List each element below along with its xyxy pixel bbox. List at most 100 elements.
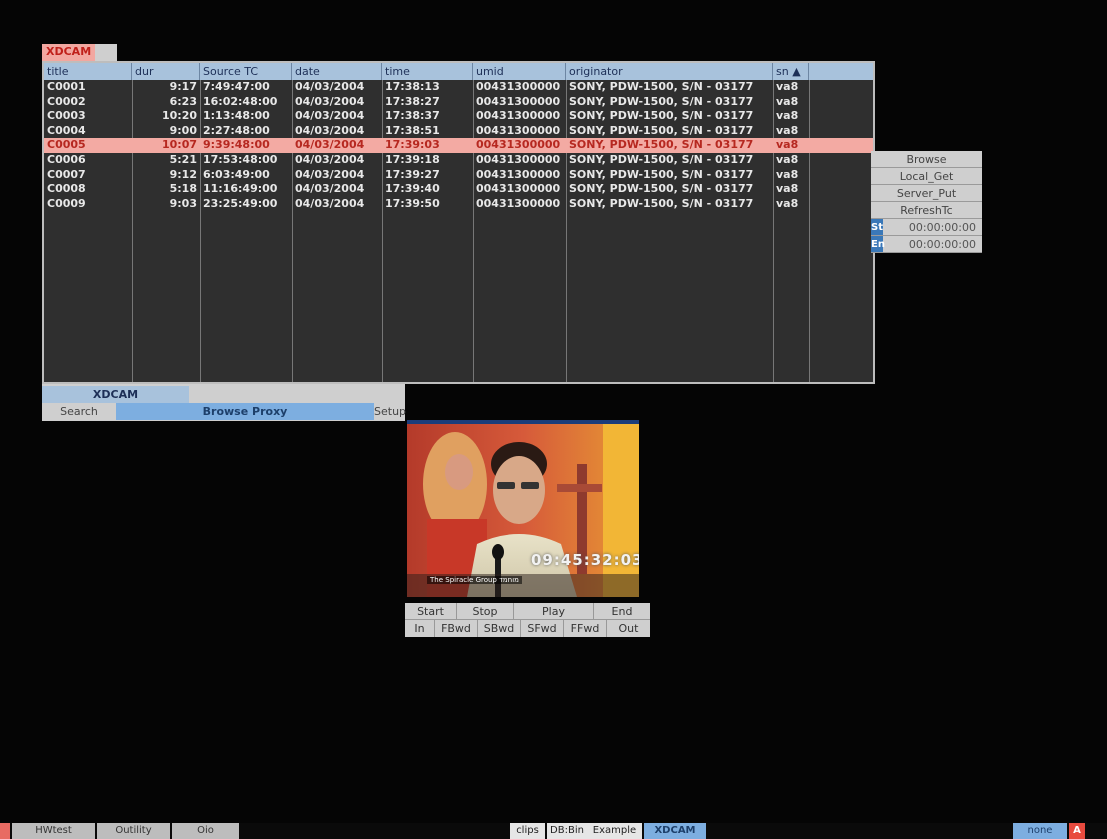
column-header-source-tc[interactable]: Source TC [200,63,292,80]
cell-sn: va8 [776,167,799,181]
column-header-time[interactable]: time [382,63,473,80]
cell-dur: 9:12 [169,167,197,181]
cell-sn: va8 [776,182,799,196]
cell-time: 17:39:50 [385,196,440,210]
none-button[interactable]: none [1013,823,1067,839]
table-row[interactable]: C0003 10:20 1:13:48:00 04/03/2004 17:38:37 00… [44,109,873,124]
cell-umid: 00431300000 [476,182,561,196]
outility-button[interactable]: Outility [97,823,170,839]
table-row[interactable]: C0005 10:07 9:39:48:00 04/03/2004 17:39:03 00… [44,138,873,153]
transport-row-2: In FBwd SBwd SFwd FFwd Out [405,620,650,637]
cell-source-tc: 7:49:47:00 [203,80,270,93]
cell-umid: 00431300000 [476,153,561,166]
cell-title: C0008 [47,182,86,196]
cell-dur: 9:03 [169,196,197,210]
db-bin-button[interactable]: DB:Bin [547,823,587,839]
tab-xdcam-lower[interactable]: XDCAM [42,386,189,403]
local-get-button[interactable]: Local_Get [871,168,982,185]
cell-source-tc: 17:53:48:00 [203,153,278,166]
table-row[interactable]: C0007 9:12 6:03:49:00 04/03/2004 17:39:27 004… [44,168,873,183]
cell-title: C0009 [47,196,86,210]
cell-umid: 00431300000 [476,80,561,93]
cell-source-tc: 6:03:49:00 [203,167,270,181]
refresh-tc-button[interactable]: RefreshTc [871,202,982,219]
control-panel: Browse Local_Get Server_Put RefreshTc St… [871,151,982,253]
cell-title: C0003 [47,109,86,123]
in-button[interactable]: In [405,620,435,637]
cell-originator: SONY, PDW-1500, S/N - 03177 [569,167,754,181]
cell-originator: SONY, PDW-1500, S/N - 03177 [569,196,754,210]
cell-time: 17:39:40 [385,182,440,196]
column-header-originator[interactable]: originator [566,63,773,80]
cell-sn: va8 [776,196,799,210]
table-row[interactable]: C0001 9:17 7:49:47:00 04/03/2004 17:38:13 004… [44,80,873,95]
start-button[interactable]: Start [405,603,457,619]
tab-xdcam[interactable]: XDCAM [42,44,96,61]
column-header-title[interactable]: title [44,63,132,80]
transport-controls: Start Stop Play End In FBwd SBwd SFwd FF… [405,603,650,637]
oio-button[interactable]: Oio [172,823,239,839]
cell-title: C0006 [47,153,86,166]
a-button[interactable]: A [1069,823,1085,839]
play-button[interactable]: Play [514,603,594,619]
table-row[interactable]: C0006 5:21 17:53:48:00 04/03/2004 17:39:18 00… [44,153,873,168]
cell-source-tc: 2:27:48:00 [203,123,270,137]
xdcam-button[interactable]: XDCAM [644,823,706,839]
cell-originator: SONY, PDW-1500, S/N - 03177 [569,80,754,93]
column-header-sn[interactable]: sn ▲ [773,63,809,80]
video-preview[interactable]: 09:45:32:03 The Spiracle Group מוחמד [407,424,639,597]
tab-blank[interactable] [95,44,118,61]
cell-date: 04/03/2004 [295,138,365,152]
cell-date: 04/03/2004 [295,182,365,196]
cell-date: 04/03/2004 [295,123,365,137]
end-button[interactable]: End [594,603,650,619]
table-row[interactable]: C0009 9:03 23:25:49:00 04/03/2004 17:39:50 00… [44,197,873,212]
cell-title: C0002 [47,94,86,108]
fast-backward-button[interactable]: FBwd [435,620,478,637]
cell-title: C0001 [47,80,86,93]
cell-dur: 5:21 [169,153,197,166]
out-button[interactable]: Out [607,620,650,637]
table-header: title dur Source TC date time umid originator s… [44,63,873,80]
cell-umid: 00431300000 [476,109,561,123]
transport-row-1: Start Stop Play End [405,603,650,620]
example-button[interactable]: Example [587,823,642,839]
cell-dur: 5:18 [169,182,197,196]
cell-date: 04/03/2004 [295,196,365,210]
table-row[interactable]: C0004 9:00 2:27:48:00 04/03/2004 17:38:51 004… [44,124,873,139]
column-header-dur[interactable]: dur [132,63,200,80]
start-timecode-field[interactable]: 00:00:00:00 [883,219,982,235]
slow-forward-button[interactable]: SFwd [521,620,564,637]
cell-time: 17:38:37 [385,109,440,123]
bottom-left-marker [0,823,10,839]
browse-proxy-button[interactable]: Browse Proxy [116,403,374,420]
browse-button[interactable]: Browse [871,151,982,168]
clips-button[interactable]: clips [510,823,545,839]
search-button[interactable]: Search [42,403,116,420]
cell-sn: va8 [776,153,799,166]
fast-forward-button[interactable]: FFwd [564,620,607,637]
cell-sn: va8 [776,80,799,93]
column-header-date[interactable]: date [292,63,382,80]
stop-button[interactable]: Stop [457,603,514,619]
cell-source-tc: 1:13:48:00 [203,109,270,123]
cell-originator: SONY, PDW-1500, S/N - 03177 [569,123,754,137]
video-timecode-overlay: 09:45:32:03 [531,551,639,569]
cell-time: 17:38:13 [385,80,440,93]
cell-time: 17:39:27 [385,167,440,181]
cell-time: 17:38:51 [385,123,440,137]
cell-dur: 6:23 [169,94,197,108]
cell-source-tc: 16:02:48:00 [203,94,278,108]
setup-button[interactable]: Setup [374,403,406,420]
cell-umid: 00431300000 [476,94,561,108]
table-row[interactable]: C0008 5:18 11:16:49:00 04/03/2004 17:39:40 00… [44,182,873,197]
hwtest-button[interactable]: HWtest [12,823,95,839]
cell-dur: 9:17 [169,80,197,93]
cell-title: C0004 [47,123,86,137]
slow-backward-button[interactable]: SBwd [478,620,521,637]
table-row[interactable]: C0002 6:23 16:02:48:00 04/03/2004 17:38:27 00… [44,95,873,110]
server-put-button[interactable]: Server_Put [871,185,982,202]
cell-umid: 00431300000 [476,196,561,210]
column-header-umid[interactable]: umid [473,63,566,80]
end-timecode-field[interactable]: 00:00:00:00 [883,236,982,252]
